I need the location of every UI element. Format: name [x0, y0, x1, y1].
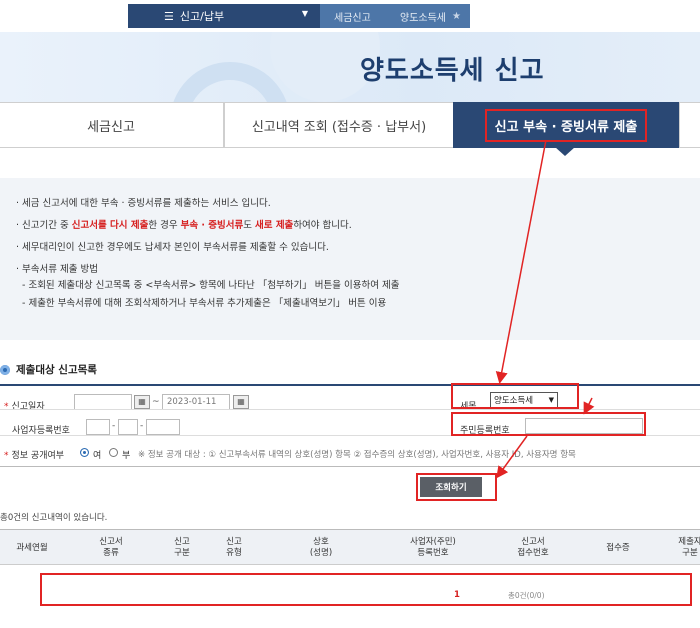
date-label: * 신고일자	[4, 402, 45, 412]
top-navigation: ☰ 신고/납부 ▼ 세금신고 양도소득세 ★	[0, 0, 700, 32]
th-report-type: 신고서 종류	[99, 537, 123, 558]
info-line: - 제출한 부속서류에 대해 조회삭제하거나 부속서류 추가제출은 「제출내역보…	[22, 298, 387, 309]
disclosure-yes-label: 여	[93, 451, 102, 461]
dash: -	[140, 421, 144, 431]
th-report-category: 신고 구분	[174, 537, 190, 558]
active-tab-pointer	[555, 147, 575, 156]
th-receipt-number: 신고서 접수번호	[517, 537, 549, 558]
range-tilde: ~	[152, 397, 160, 407]
decorative-circle	[170, 62, 290, 104]
result-table-header: 과세연월 신고서 종류 신고 구분 신고 유형 상호 (성명) 사업자(주민) …	[0, 529, 700, 565]
disclosure-no-radio[interactable]	[109, 448, 118, 457]
tab-bar: 세금신고 신고내역 조회 (접수증 · 납부서) 신고 부속 · 증빙서류 제출	[0, 102, 700, 148]
th-submitter-type: 제출자 구분	[678, 537, 700, 558]
bullet-dot-icon	[0, 364, 10, 375]
th-company-name: 상호 (성명)	[309, 537, 333, 558]
info-line: · 세금 신고서에 대한 부속 · 증빙서류를 제출하는 서비스 입니다.	[16, 198, 271, 209]
th-registration-number: 사업자(주민) 등록번호	[410, 537, 456, 558]
disclosure-label: * 정보 공개여부	[4, 451, 65, 461]
info-line: · 부속서류 제출 방법	[16, 264, 98, 275]
business-number-part3[interactable]	[146, 419, 180, 435]
dash: -	[112, 421, 116, 431]
tab-attachment-submit[interactable]: 신고 부속 · 증빙서류 제출	[453, 102, 679, 148]
th-tax-period: 과세연월	[16, 542, 48, 553]
form-bottom-border	[0, 466, 700, 467]
caret-down-icon: ▼	[301, 9, 308, 18]
business-number-part2[interactable]	[118, 419, 138, 435]
highlight-box-result-row	[40, 573, 692, 606]
menu-label: 신고/납부	[179, 10, 225, 23]
info-line: · 신고기간 중 신고서를 다시 제출한 경우 부속 · 증빙서류도 새로 제출…	[16, 220, 352, 231]
calendar-icon[interactable]: ▦	[233, 395, 249, 409]
disclosure-no-label: 부	[122, 451, 131, 461]
form-row-divider	[0, 409, 700, 410]
service-info-box: · 세금 신고서에 대한 부속 · 증빙서류를 제출하는 서비스 입니다. · …	[0, 178, 700, 340]
calendar-icon[interactable]: ▦	[134, 395, 150, 409]
highlight-box-search-button	[416, 473, 497, 501]
date-to-input[interactable]: 2023-01-11	[162, 394, 230, 410]
hamburger-icon: ☰	[164, 9, 174, 23]
disclosure-note: ※ 정보 공개 대상 : ① 신고부속서류 내역의 상호(성명) 항목 ② 접수…	[138, 450, 576, 460]
date-from-input[interactable]	[74, 394, 132, 410]
menu-dropdown[interactable]: ☰ 신고/납부 ▼	[128, 4, 320, 28]
info-line: - 조회된 제출대상 신고목록 중 <부속서류> 항목에 나타난 「첨부하기」 …	[22, 280, 400, 291]
breadcrumb-item-tax-report[interactable]: 세금신고	[320, 4, 386, 28]
breadcrumb-item-capital-gains[interactable]: 양도소득세 ★	[386, 4, 470, 28]
tab-tax-report[interactable]: 세금신고	[0, 102, 224, 148]
info-line: · 세무대리인이 신고한 경우에도 납세자 본인이 부속서류를 제출할 수 있습…	[16, 242, 329, 253]
th-receipt: 접수증	[606, 542, 630, 553]
result-count: 총0건의 신고내역이 있습니다.	[0, 513, 108, 523]
tab-more[interactable]	[679, 102, 700, 148]
tab-report-history[interactable]: 신고내역 조회 (접수증 · 납부서)	[224, 102, 454, 148]
business-number-part1[interactable]	[86, 419, 110, 435]
favorite-star-icon[interactable]: ★	[452, 11, 461, 22]
highlight-box-tax-type	[451, 383, 579, 409]
page-title: 양도소득세 신고	[360, 56, 545, 86]
section-title: 제출대상 신고목록	[0, 362, 97, 377]
page-banner: 양도소득세 신고	[0, 32, 700, 104]
highlight-box-resident-number	[451, 412, 646, 436]
th-report-kind: 신고 유형	[226, 537, 242, 558]
disclosure-yes-radio[interactable]	[80, 448, 89, 457]
